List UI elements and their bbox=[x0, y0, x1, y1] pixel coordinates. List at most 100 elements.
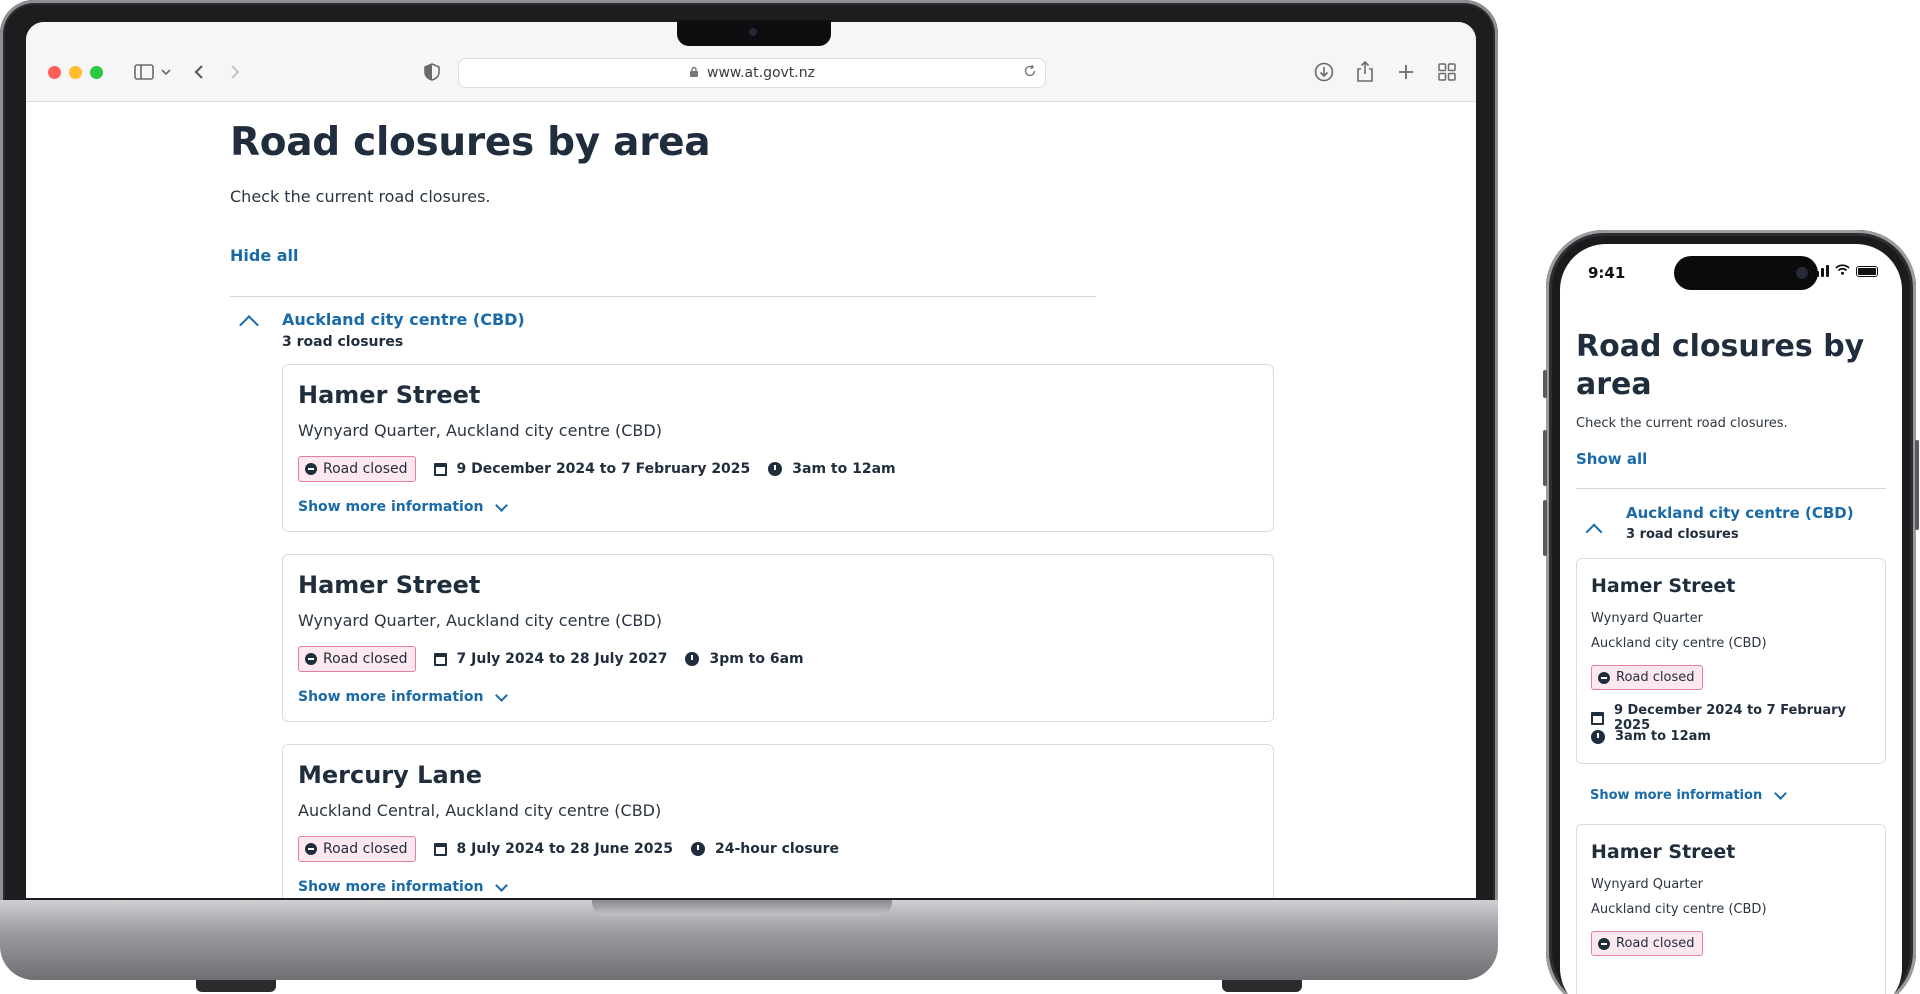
section-divider bbox=[1576, 488, 1886, 489]
closure-hours: 3am to 12am bbox=[792, 461, 896, 477]
show-more-label[interactable]: Show more information bbox=[298, 689, 483, 705]
chevron-down-icon[interactable] bbox=[161, 60, 171, 84]
status-label: Road closed bbox=[323, 651, 408, 667]
laptop-screen: www.at.govt.nz Road closures by area Che… bbox=[26, 22, 1476, 898]
no-entry-icon bbox=[305, 843, 317, 855]
chevron-down-icon[interactable] bbox=[495, 498, 509, 512]
closure-card: Hamer Street Wynyard Quarter, Auckland c… bbox=[282, 554, 1274, 722]
no-entry-icon bbox=[1598, 937, 1610, 950]
address-bar[interactable]: www.at.govt.nz bbox=[458, 58, 1046, 88]
street-name: Hamer Street bbox=[298, 381, 481, 409]
street-name: Hamer Street bbox=[298, 571, 481, 599]
area-name[interactable]: Auckland city centre (CBD) bbox=[1626, 504, 1854, 522]
closure-card: Mercury Lane Auckland Central, Auckland … bbox=[282, 744, 1274, 898]
street-suburb: Wynyard Quarter bbox=[1591, 877, 1703, 892]
status-time: 9:41 bbox=[1588, 264, 1626, 282]
show-more-button[interactable]: Show more information bbox=[1590, 787, 1788, 803]
area-closure-count: 3 road closures bbox=[282, 334, 404, 350]
phone-side-button bbox=[1543, 500, 1547, 556]
street-name: Hamer Street bbox=[1591, 575, 1736, 597]
no-entry-icon bbox=[305, 463, 317, 475]
reload-icon[interactable] bbox=[1023, 64, 1037, 82]
street-name: Hamer Street bbox=[1591, 841, 1736, 863]
closure-card: Hamer Street Wynyard Quarter Auckland ci… bbox=[1576, 824, 1886, 994]
status-badge: Road closed bbox=[298, 456, 416, 482]
closure-meta: Road closed 7 July 2024 to 28 July 2027 … bbox=[298, 645, 804, 673]
laptop-foot bbox=[1222, 980, 1302, 992]
show-more-label[interactable]: Show more information bbox=[1590, 788, 1762, 803]
show-more-button[interactable]: Show more information bbox=[298, 688, 509, 705]
status-badge: Road closed bbox=[298, 836, 416, 862]
closure-hours: 24-hour closure bbox=[714, 841, 840, 857]
closure-meta: Road closed 8 July 2024 to 28 June 2025 … bbox=[298, 835, 839, 863]
show-more-label[interactable]: Show more information bbox=[298, 879, 483, 895]
calendar-icon bbox=[1591, 711, 1604, 725]
phone-side-button bbox=[1543, 430, 1547, 486]
closure-hours: 3am to 12am bbox=[1615, 729, 1711, 744]
closure-hours: 3pm to 6am bbox=[709, 651, 804, 667]
sidebar-icon[interactable] bbox=[134, 60, 154, 84]
show-all-link[interactable]: Show all bbox=[1576, 450, 1647, 468]
status-icons bbox=[1811, 264, 1878, 278]
closure-dates: 7 July 2024 to 28 July 2027 bbox=[456, 651, 668, 667]
camera-notch bbox=[677, 20, 831, 46]
calendar-icon bbox=[433, 652, 447, 666]
show-more-label[interactable]: Show more information bbox=[298, 499, 483, 515]
area-name[interactable]: Auckland city centre (CBD) bbox=[282, 310, 525, 329]
back-icon[interactable] bbox=[194, 60, 204, 84]
laptop-frame: www.at.govt.nz Road closures by area Che… bbox=[0, 0, 1498, 935]
wifi-icon bbox=[1835, 264, 1850, 278]
page-content: Road closures by area Check the current … bbox=[230, 120, 1330, 898]
chevron-down-icon[interactable] bbox=[495, 688, 509, 702]
share-icon[interactable] bbox=[1356, 60, 1374, 84]
no-entry-icon bbox=[1598, 671, 1610, 684]
clock-icon bbox=[768, 462, 783, 476]
closure-card: Hamer Street Wynyard Quarter Auckland ci… bbox=[1576, 558, 1886, 764]
street-suburb: Wynyard Quarter bbox=[1591, 611, 1703, 626]
street-name: Mercury Lane bbox=[298, 761, 482, 789]
dynamic-island bbox=[1674, 256, 1818, 290]
closure-dates: 9 December 2024 to 7 February 2025 bbox=[456, 461, 751, 477]
section-divider bbox=[230, 296, 1096, 297]
download-icon[interactable] bbox=[1314, 60, 1334, 84]
page-subtitle: Check the current road closures. bbox=[230, 187, 491, 206]
laptop-foot bbox=[196, 980, 276, 992]
street-location: Wynyard Quarter, Auckland city centre (C… bbox=[298, 421, 662, 440]
clock-icon bbox=[1591, 729, 1605, 744]
clock-icon bbox=[685, 652, 700, 666]
no-entry-icon bbox=[305, 653, 317, 665]
page-title: Road closures by area bbox=[230, 120, 711, 165]
new-tab-icon[interactable] bbox=[1398, 60, 1414, 84]
forward-icon[interactable] bbox=[230, 60, 240, 84]
street-area: Auckland city centre (CBD) bbox=[1591, 902, 1767, 917]
privacy-shield-icon[interactable] bbox=[424, 60, 440, 84]
chevron-down-icon[interactable] bbox=[1774, 787, 1788, 800]
status-badge: Road closed bbox=[298, 646, 416, 672]
phone-side-button bbox=[1915, 440, 1919, 530]
chevron-down-icon[interactable] bbox=[495, 878, 509, 892]
status-label: Road closed bbox=[323, 461, 408, 477]
battery-icon bbox=[1856, 265, 1878, 277]
street-area: Auckland city centre (CBD) bbox=[1591, 636, 1767, 651]
tab-overview-icon[interactable] bbox=[1438, 60, 1456, 84]
phone-frame: 9:41 Road closures by area Check the cur… bbox=[1543, 230, 1919, 994]
show-more-button[interactable]: Show more information bbox=[298, 498, 509, 515]
page-subtitle: Check the current road closures. bbox=[1576, 416, 1788, 431]
clock-icon bbox=[690, 842, 705, 856]
fullscreen-window-button[interactable] bbox=[90, 66, 103, 79]
status-badge: Road closed bbox=[1591, 931, 1703, 956]
hide-all-link[interactable]: Hide all bbox=[230, 246, 299, 265]
status-label: Road closed bbox=[1616, 670, 1695, 685]
closure-meta: Road closed 9 December 2024 to 7 Februar… bbox=[298, 455, 896, 483]
chevron-up-icon[interactable] bbox=[1585, 523, 1603, 541]
show-more-button[interactable]: Show more information bbox=[298, 878, 509, 895]
calendar-icon bbox=[433, 842, 447, 856]
street-location: Wynyard Quarter, Auckland city centre (C… bbox=[298, 611, 662, 630]
laptop-base bbox=[0, 900, 1498, 992]
closure-card: Hamer Street Wynyard Quarter, Auckland c… bbox=[282, 364, 1274, 532]
phone-screen: 9:41 Road closures by area Check the cur… bbox=[1560, 244, 1902, 994]
minimize-window-button[interactable] bbox=[69, 66, 82, 79]
area-accordion-header[interactable]: Auckland city centre (CBD) 3 road closur… bbox=[230, 310, 1096, 354]
chevron-up-icon[interactable] bbox=[239, 315, 259, 335]
close-window-button[interactable] bbox=[48, 66, 61, 79]
